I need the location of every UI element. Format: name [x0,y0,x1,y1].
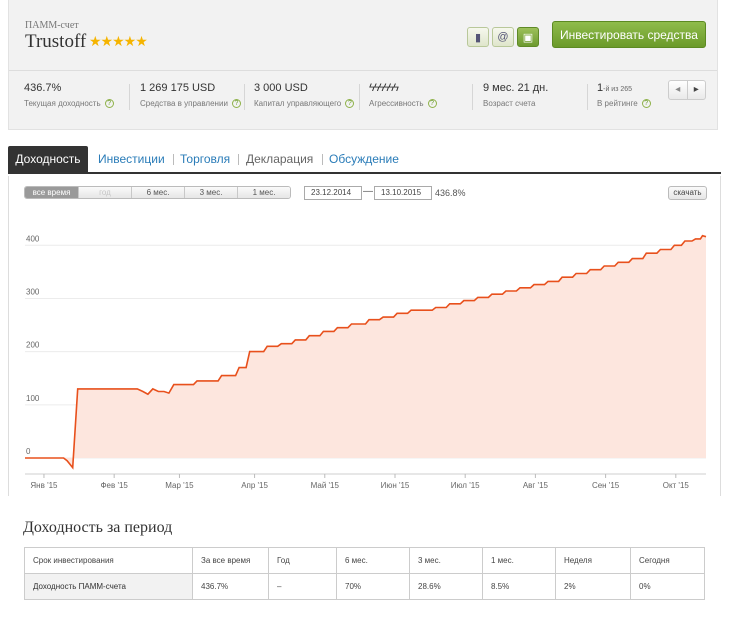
stat-funds-under-management: 1 269 175 USD Средства в управлении? [140,82,241,109]
period-all-time[interactable]: все время [25,187,78,198]
tab-trading[interactable]: Торговля [180,146,230,172]
stats-divider [9,70,717,71]
download-button[interactable]: скачать [668,186,707,200]
x-tick-label: Фев '15 [100,481,128,490]
x-tick-label: Июл '15 [451,481,480,490]
table-cell: 0% [630,573,705,600]
table-cell: 70% [336,573,410,600]
x-tick-label: Сен '15 [592,481,620,490]
period-year: год [78,187,131,198]
table-header-cell: 1 мес. [482,547,556,574]
table-header-cell: Сегодня [630,547,705,574]
aggressiveness-icon: ϟϟϟϟϟϟ [369,82,399,94]
period-returns-table: Срок инвестирования За все время Год 6 м… [24,547,705,600]
table-cell: 28.6% [409,573,483,600]
table-header-cell: Срок инвестирования [24,547,193,574]
help-icon[interactable]: ? [641,99,651,109]
tab-investments[interactable]: Инвестиции [98,146,165,172]
rating-pager: ◂ ▸ [668,80,706,100]
y-tick-label: 400 [26,234,40,243]
tab-declaration[interactable]: Декларация [246,146,313,172]
stat-manager-capital: 3 000 USD Капитал управляющего? [254,82,355,109]
x-tick-label: Янв '15 [30,481,58,490]
tab-discussion[interactable]: Обсуждение [329,146,399,172]
table-header-cell: Неделя [555,547,631,574]
y-tick-label: 300 [26,287,40,296]
date-to-input[interactable]: 13.10.2015 [374,186,432,200]
x-tick-label: Мар '15 [165,481,194,490]
table-row-label: Доходность ПАММ-счета [24,573,193,600]
table-header-cell: За все время [192,547,269,574]
period-3m[interactable]: 3 мес. [184,187,237,198]
help-icon[interactable]: ? [104,99,114,109]
date-from-input[interactable]: 23.12.2014 [304,186,362,200]
account-header: ПАММ-счет Trustoff ★★★★★ ▮ @ ▣ Инвестиро… [8,0,718,130]
x-tick-label: Апр '15 [241,481,268,490]
table-cell: – [268,573,337,600]
help-icon[interactable]: ? [427,99,437,109]
portfolio-button[interactable]: ▣ [517,27,539,47]
x-tick-label: Май '15 [311,481,340,490]
table-header-cell: 6 мес. [336,547,410,574]
x-tick-label: Окт '15 [663,481,690,490]
stat-account-age: 9 мес. 21 дн. Возраст счета [483,82,549,108]
returns-panel: все время год 6 мес. 3 мес. 1 мес. 23.12… [8,176,721,496]
table-header-cell: Год [268,547,337,574]
help-icon[interactable]: ? [345,99,355,109]
tab-bar: Доходность Инвестиции Торговля Деклараци… [8,146,721,174]
y-tick-label: 0 [26,447,31,456]
period-section-title: Доходность за период [23,519,173,536]
stat-rating: 1-й из 265 В рейтинге? [597,82,651,109]
bookmark-icon: ▮ [474,31,482,44]
account-name[interactable]: Trustoff [25,31,86,53]
rating-stars: ★★★★★ [89,33,148,49]
table-header-cell: 3 мес. [409,547,483,574]
date-separator: — [363,186,373,197]
y-tick-label: 100 [26,394,40,403]
table-cell: 8.5% [482,573,556,600]
next-icon[interactable]: ▸ [686,81,706,99]
y-tick-label: 200 [26,341,40,350]
table-cell: 2% [555,573,631,600]
prev-icon[interactable]: ◂ [669,81,687,99]
period-selector: все время год 6 мес. 3 мес. 1 мес. [24,186,291,199]
x-tick-label: Авг '15 [523,481,549,490]
table-header-row: Срок инвестирования За все время Год 6 м… [24,547,705,574]
email-button[interactable]: @ [492,27,514,47]
stat-aggressiveness: ϟϟϟϟϟϟ Агрессивность? [369,82,437,109]
stat-current-return: 436.7% Текущая доходность? [24,82,114,109]
account-type-label: ПАММ-счет [25,20,79,31]
email-icon: @ [497,31,509,43]
x-tick-label: Июн '15 [381,481,410,490]
table-row: Доходность ПАММ-счета 436.7% – 70% 28.6%… [24,573,705,600]
period-6m[interactable]: 6 мес. [131,187,184,198]
help-icon[interactable]: ? [231,99,241,109]
invest-button[interactable]: Инвестировать средства [552,21,706,48]
returns-chart: 0 100 200 300 400 Янв '15 Фев '15 Мар '15 Апр '1… [25,234,707,490]
briefcase-icon: ▣ [522,31,534,44]
bookmark-button[interactable]: ▮ [467,27,489,47]
period-1m[interactable]: 1 мес. [237,187,290,198]
tab-returns[interactable]: Доходность [8,146,88,172]
range-return: 436.8% [435,188,466,198]
table-cell: 436.7% [192,573,269,600]
